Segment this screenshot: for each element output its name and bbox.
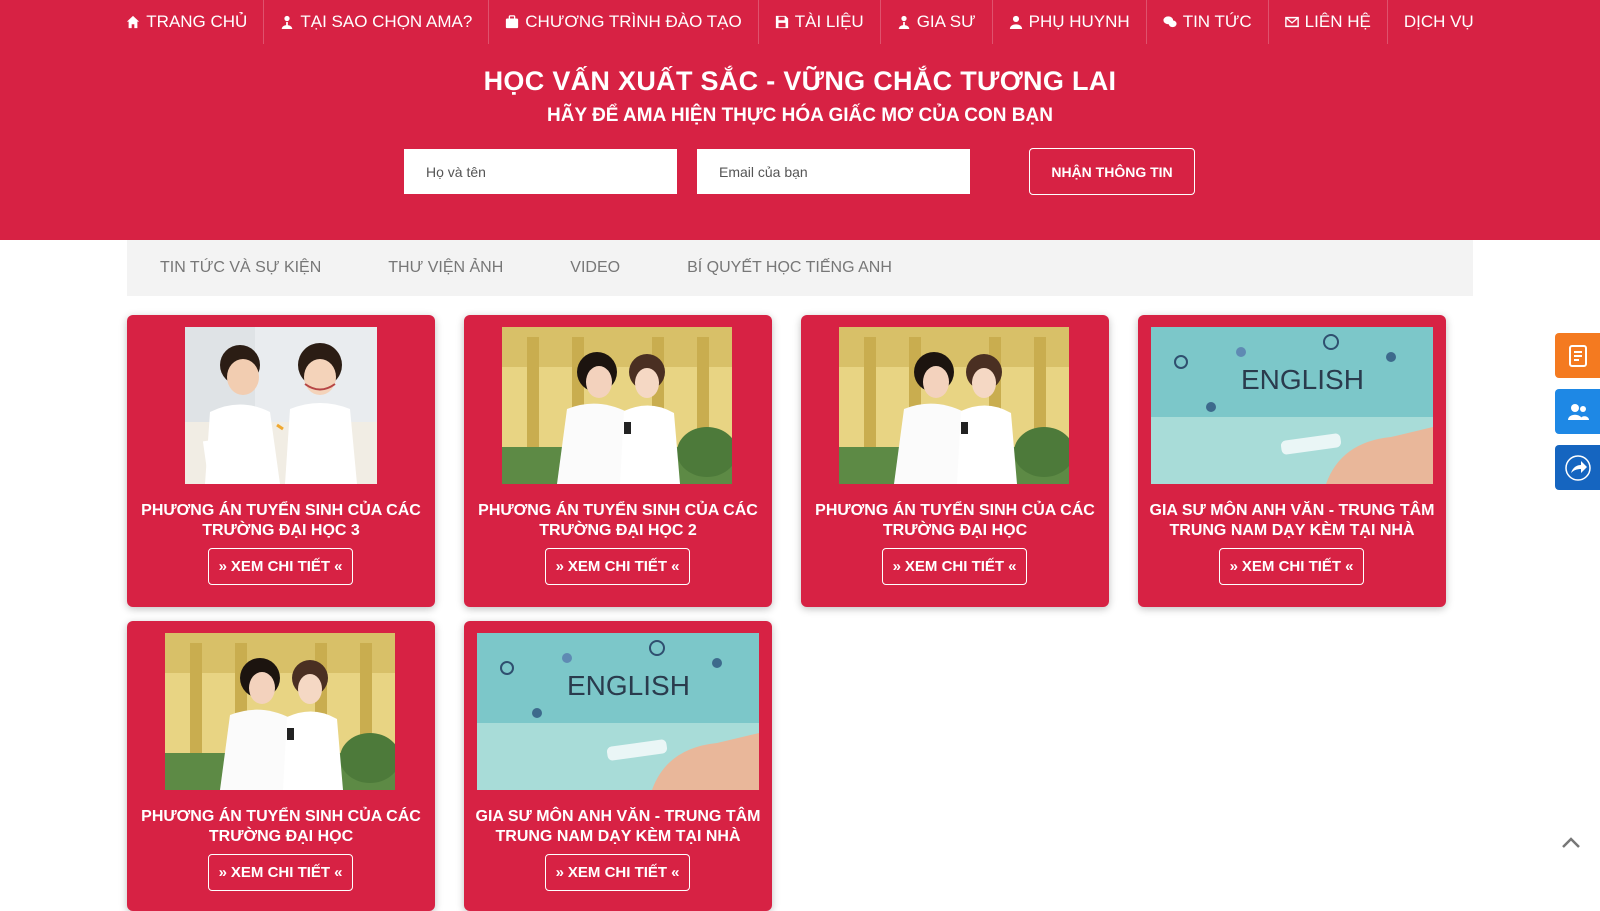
image-caption-text: ENGLISH [1241, 364, 1364, 395]
tab-english-tips[interactable]: BÍ QUYẾT HỌC TIẾNG ANH [687, 259, 892, 277]
read-more-label: XEM CHI TIẾT [230, 864, 331, 881]
double-chevron-right-icon: » [555, 864, 564, 881]
double-chevron-left-icon: « [1008, 558, 1017, 575]
name-input[interactable] [404, 149, 677, 194]
read-more-button[interactable]: » XEM CHI TIẾT « [208, 854, 353, 891]
read-more-button[interactable]: » XEM CHI TIẾT « [545, 854, 690, 891]
envelope-icon [1284, 15, 1299, 29]
nav-item-contact[interactable]: LIÊN HỆ [1269, 0, 1388, 44]
nav-item-label: LIÊN HỆ [1304, 12, 1371, 31]
users-widget-button[interactable] [1555, 389, 1600, 434]
header-banner: TRANG CHỦ TẠI SAO CHỌN AMA? CHƯƠNG TRÌNH… [0, 0, 1600, 240]
nav-item-label: GIA SƯ [916, 12, 976, 31]
nav-item-documents[interactable]: TÀI LIỆU [759, 0, 881, 44]
double-chevron-right-icon: » [1229, 558, 1238, 575]
content-tabs: TIN TỨC VÀ SỰ KIỆN THƯ VIỆN ẢNH VIDEO BÍ… [127, 240, 1473, 296]
news-card: PHƯƠNG ÁN TUYỂN SINH CỦA CÁC TRƯỜNG ĐẠI … [127, 621, 435, 911]
read-more-button[interactable]: » XEM CHI TIẾT « [1219, 548, 1364, 585]
image-caption-text: ENGLISH [567, 670, 690, 701]
double-chevron-right-icon: » [892, 558, 901, 575]
register-widget-button[interactable] [1555, 333, 1600, 378]
graduate-icon [897, 15, 911, 29]
graduate-icon [280, 15, 294, 29]
nav-item-news[interactable]: TIN TỨC [1147, 0, 1269, 44]
chat-icon [1163, 15, 1177, 29]
nav-item-label: TRANG CHỦ [146, 12, 248, 31]
read-more-label: XEM CHI TIẾT [1241, 558, 1342, 575]
news-card: PHƯƠNG ÁN TUYỂN SINH CỦA CÁC TRƯỜNG ĐẠI … [464, 315, 772, 607]
nav-item-services[interactable]: DỊCH VỤ [1388, 0, 1490, 44]
nav-item-label: TÀI LIỆU [794, 12, 864, 31]
card-title[interactable]: PHƯƠNG ÁN TUYỂN SINH CỦA CÁC TRƯỜNG ĐẠI … [811, 501, 1099, 541]
news-card: PHƯƠNG ÁN TUYỂN SINH CỦA CÁC TRƯỜNG ĐẠI … [801, 315, 1109, 607]
users-icon [1567, 403, 1589, 420]
double-chevron-left-icon: « [334, 558, 343, 575]
hero-subtitle: HÃY ĐỂ AMA HIỆN THỰC HÓA GIẤC MƠ CỦA CON… [547, 105, 1053, 126]
double-chevron-right-icon: » [218, 558, 227, 575]
card-title[interactable]: PHƯƠNG ÁN TUYỂN SINH CỦA CÁC TRƯỜNG ĐẠI … [137, 501, 425, 541]
read-more-label: XEM CHI TIẾT [567, 864, 668, 881]
nav-item-why-ama[interactable]: TẠI SAO CHỌN AMA? [264, 0, 490, 44]
news-card: ENGLISH GIA SƯ MÔN ANH VĂN - TRUNG TÂM T… [1138, 315, 1446, 607]
double-chevron-right-icon: » [218, 864, 227, 881]
hero-title: HỌC VẤN XUẤT SẮC - VỮNG CHẮC TƯƠNG LAI [483, 66, 1117, 96]
nav-item-label: TẠI SAO CHỌN AMA? [300, 12, 473, 31]
news-card: PHƯƠNG ÁN TUYỂN SINH CỦA CÁC TRƯỜNG ĐẠI … [127, 315, 435, 607]
read-more-button[interactable]: » XEM CHI TIẾT « [882, 548, 1027, 585]
card-image-children-drawing[interactable] [185, 327, 377, 484]
share-arrow-icon [1564, 454, 1591, 481]
read-more-label: XEM CHI TIẾT [230, 558, 331, 575]
nav-item-label: DỊCH VỤ [1403, 12, 1474, 31]
double-chevron-left-icon: « [334, 864, 343, 881]
nav-item-label: CHƯƠNG TRÌNH ĐÀO TẠO [525, 12, 742, 31]
card-image-two-students[interactable] [839, 327, 1069, 484]
share-widget-button[interactable] [1555, 445, 1600, 490]
nav-item-parents[interactable]: PHỤ HUYNH [993, 0, 1147, 44]
card-image-two-students[interactable] [502, 327, 732, 484]
nav-item-tutors[interactable]: GIA SƯ [881, 0, 993, 44]
get-info-button[interactable]: NHẬN THÔNG TIN [1029, 148, 1195, 195]
main-nav: TRANG CHỦ TẠI SAO CHỌN AMA? CHƯƠNG TRÌNH… [0, 0, 1600, 44]
card-image-english-phone[interactable]: ENGLISH [477, 633, 759, 790]
card-title[interactable]: GIA SƯ MÔN ANH VĂN - TRUNG TÂM TRUNG NAM… [1148, 501, 1436, 541]
tab-news-events[interactable]: TIN TỨC VÀ SỰ KIỆN [160, 259, 321, 277]
card-title[interactable]: GIA SƯ MÔN ANH VĂN - TRUNG TÂM TRUNG NAM… [474, 807, 762, 847]
read-more-label: XEM CHI TIẾT [904, 558, 1005, 575]
double-chevron-left-icon: « [1345, 558, 1354, 575]
register-form-icon [1568, 344, 1587, 367]
double-chevron-right-icon: » [555, 558, 564, 575]
save-icon [775, 15, 789, 29]
nav-item-label: PHỤ HUYNH [1028, 12, 1130, 31]
tab-photo-gallery[interactable]: THƯ VIỆN ẢNH [388, 259, 503, 277]
card-image-english-phone[interactable]: ENGLISH [1151, 327, 1433, 484]
tab-video[interactable]: VIDEO [570, 259, 620, 277]
nav-item-home[interactable]: TRANG CHỦ [110, 0, 265, 44]
news-card: ENGLISH GIA SƯ MÔN ANH VĂN - TRUNG TÂM T… [464, 621, 772, 911]
nav-item-training-program[interactable]: CHƯƠNG TRÌNH ĐÀO TẠO [489, 0, 759, 44]
card-image-two-students[interactable] [165, 633, 395, 790]
double-chevron-left-icon: « [671, 864, 680, 881]
scroll-to-top-button[interactable] [1558, 830, 1584, 856]
double-chevron-left-icon: « [671, 558, 680, 575]
read-more-label: XEM CHI TIẾT [567, 558, 668, 575]
user-icon [1009, 15, 1023, 29]
email-input[interactable] [697, 149, 970, 194]
read-more-button[interactable]: » XEM CHI TIẾT « [208, 548, 353, 585]
briefcase-icon [505, 15, 519, 29]
chevron-up-icon [1562, 837, 1580, 848]
card-title[interactable]: PHƯƠNG ÁN TUYỂN SINH CỦA CÁC TRƯỜNG ĐẠI … [137, 807, 425, 847]
home-icon [126, 15, 140, 29]
card-title[interactable]: PHƯƠNG ÁN TUYỂN SINH CỦA CÁC TRƯỜNG ĐẠI … [474, 501, 762, 541]
read-more-button[interactable]: » XEM CHI TIẾT « [545, 548, 690, 585]
nav-item-label: TIN TỨC [1182, 12, 1252, 31]
